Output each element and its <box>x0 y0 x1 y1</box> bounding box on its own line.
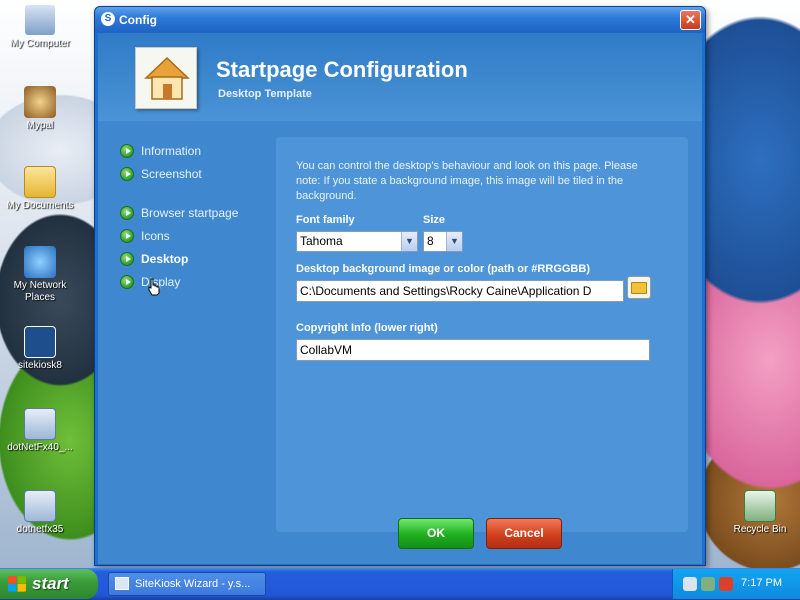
arrow-icon <box>120 275 134 289</box>
header: Startpage Configuration Desktop Template <box>98 33 702 121</box>
clock: 7:17 PM <box>741 577 782 589</box>
sitekiosk-icon <box>24 326 56 358</box>
sitekiosk-app-icon: S <box>101 12 115 26</box>
arrow-icon <box>120 167 134 181</box>
background-label: Desktop background image or color (path … <box>296 263 590 275</box>
mypal-icon <box>24 86 56 118</box>
ok-button[interactable]: OK <box>398 518 474 549</box>
cancel-button[interactable]: Cancel <box>486 518 562 549</box>
browse-folder-button[interactable] <box>627 276 651 299</box>
arrow-icon <box>120 229 134 243</box>
desktop-icon-my-computer[interactable]: My Computer <box>0 4 80 50</box>
window-icon <box>115 577 129 590</box>
taskbar: start SiteKiosk Wizard - y.s... 7:17 PM <box>0 568 800 600</box>
chevron-down-icon[interactable]: ▼ <box>446 232 462 251</box>
arrow-icon <box>120 252 134 266</box>
background-input[interactable]: C:\Documents and Settings\Rocky Caine\Ap… <box>296 280 624 302</box>
desktop-icon-my-documents[interactable]: My Documents <box>0 166 80 212</box>
size-value: 8 <box>427 234 434 248</box>
chevron-down-icon[interactable]: ▼ <box>401 232 417 251</box>
desktop-icon-my-network-places[interactable]: My Network Places <box>0 246 80 304</box>
desktop-icon-dotnetfx35[interactable]: dotnetfx35 <box>0 490 80 536</box>
window-client: Startpage Configuration Desktop Template… <box>98 33 702 564</box>
desktop-icon-sitekiosk8[interactable]: sitekiosk8 <box>0 326 80 372</box>
window-title: Config <box>119 13 157 27</box>
close-button[interactable]: ✕ <box>680 10 701 30</box>
documents-icon <box>24 166 56 198</box>
copyright-input[interactable]: CollabVM <box>296 339 650 361</box>
installer-icon <box>24 408 56 440</box>
hand-cursor-icon <box>148 278 160 296</box>
system-tray: 7:17 PM <box>672 569 800 599</box>
font-family-select[interactable]: Tahoma ▼ <box>296 231 418 252</box>
arrow-icon <box>120 206 134 220</box>
desktop-icon-mypal[interactable]: Mypal <box>0 86 80 132</box>
intro-text: You can control the desktop's behaviour … <box>296 160 638 202</box>
copyright-label: Copyright Info (lower right) <box>296 322 438 334</box>
folder-icon <box>631 282 647 294</box>
font-family-label: Font family <box>296 214 355 226</box>
home-icon <box>135 47 197 109</box>
network-icon <box>24 246 56 278</box>
desktop-icon-recycle-bin[interactable]: Recycle Bin <box>720 490 800 536</box>
security-shield-icon[interactable] <box>719 577 733 591</box>
size-label: Size <box>423 214 446 226</box>
config-window: S Config ✕ Startpage Configuration Deskt… <box>94 6 706 566</box>
network-tray-icon[interactable] <box>683 577 697 591</box>
page-subtitle: Desktop Template <box>218 88 312 100</box>
window-titlebar[interactable]: S Config ✕ <box>95 7 705 33</box>
taskbar-item-sitekiosk-wizard[interactable]: SiteKiosk Wizard - y.s... <box>108 572 266 596</box>
font-family-value: Tahoma <box>300 234 343 248</box>
size-select[interactable]: 8 ▼ <box>423 231 463 252</box>
page-title: Startpage Configuration <box>216 57 468 82</box>
arrow-icon <box>120 144 134 158</box>
installer-icon <box>24 490 56 522</box>
settings-panel: You can control the desktop's behaviour … <box>276 137 688 532</box>
recycle-bin-icon <box>744 490 776 522</box>
computer-icon <box>24 4 56 36</box>
safely-remove-tray-icon[interactable] <box>701 577 715 591</box>
start-button[interactable]: start <box>0 569 98 599</box>
desktop-icon-dotnetfx40[interactable]: dotNetFx40_... <box>0 408 80 454</box>
windows-logo-icon <box>8 576 26 592</box>
